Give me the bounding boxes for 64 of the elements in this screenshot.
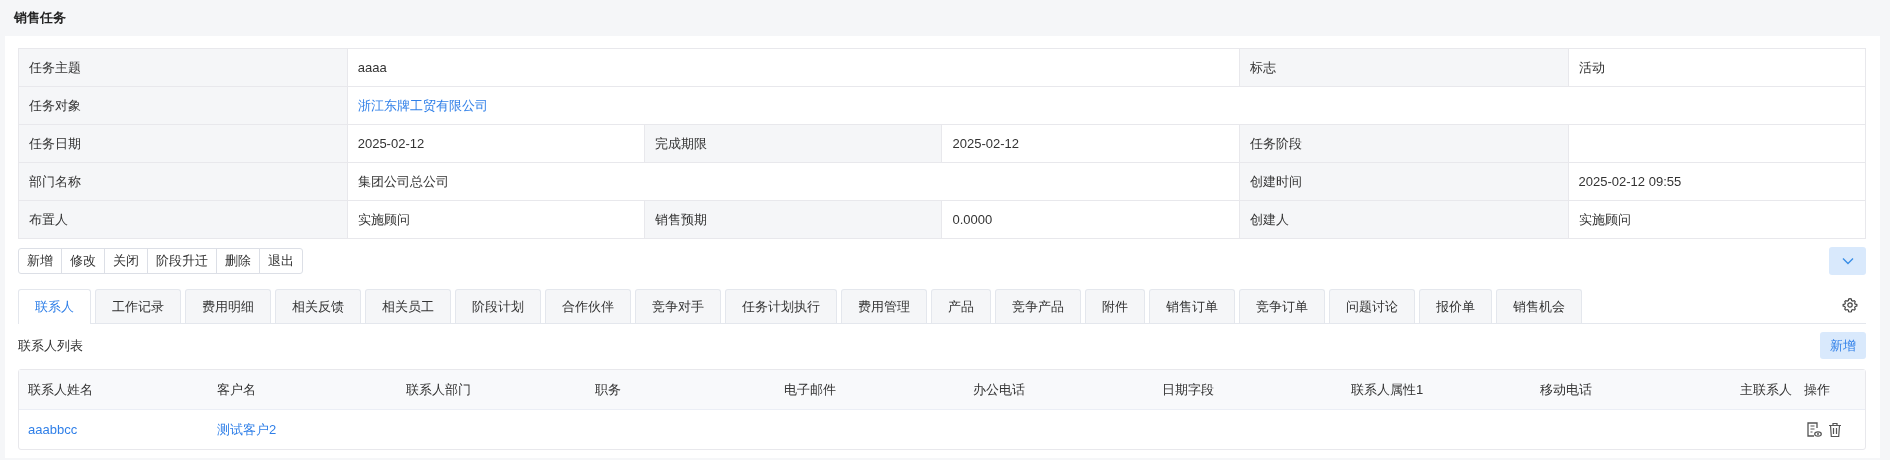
action-button[interactable]: 关闭 [104, 248, 148, 274]
chevron-down-icon [1841, 257, 1854, 265]
field-label: 任务对象 [18, 86, 348, 125]
column-header: 操作 [1803, 380, 1831, 399]
tab[interactable]: 费用明细 [185, 289, 271, 323]
field-link[interactable]: 浙江东牌工贸有限公司 [357, 97, 488, 113]
column-header: 电子邮件 [783, 380, 837, 399]
tab[interactable]: 合作伙伴 [545, 289, 631, 323]
tab[interactable]: 问题讨论 [1329, 289, 1415, 323]
list-title: 联系人列表 [18, 336, 83, 355]
tab[interactable]: 产品 [931, 289, 991, 323]
tab[interactable]: 竞争对手 [635, 289, 721, 323]
tab[interactable]: 任务计划执行 [725, 289, 837, 323]
field-value: aaaa [347, 48, 1240, 87]
tab[interactable]: 联系人 [18, 289, 91, 324]
trash-icon[interactable] [1828, 421, 1842, 438]
column-header: 办公电话 [972, 380, 1026, 399]
field-label: 任务主题 [18, 48, 348, 87]
field-label: 任务阶段 [1239, 124, 1569, 163]
table-link[interactable]: aaabbcc [28, 422, 78, 437]
tab[interactable]: 销售机会 [1496, 289, 1582, 323]
column-header: 日期字段 [1161, 380, 1215, 399]
field-value: 0.0000 [942, 200, 1240, 239]
action-button[interactable]: 新增 [18, 248, 62, 274]
field-label: 部门名称 [18, 162, 348, 201]
tab[interactable]: 阶段计划 [455, 289, 541, 323]
tab[interactable]: 报价单 [1419, 289, 1492, 323]
field-value: 集团公司总公司 [347, 162, 1240, 201]
field-label: 创建时间 [1239, 162, 1569, 201]
field-value: 实施顾问 [347, 200, 645, 239]
tab[interactable]: 附件 [1085, 289, 1145, 323]
tab[interactable]: 竞争产品 [995, 289, 1081, 323]
field-value: 实施顾问 [1568, 200, 1866, 239]
settings-icon[interactable] [1842, 297, 1858, 313]
tab[interactable]: 工作记录 [95, 289, 181, 323]
page-title: 销售任务 [14, 9, 66, 27]
tab[interactable]: 相关反馈 [275, 289, 361, 323]
tab[interactable]: 销售订单 [1149, 289, 1235, 323]
field-label: 标志 [1239, 48, 1569, 87]
action-button[interactable]: 退出 [259, 248, 303, 274]
tab[interactable]: 相关员工 [365, 289, 451, 323]
tab[interactable]: 竞争订单 [1239, 289, 1325, 323]
action-button[interactable]: 阶段升迁 [147, 248, 217, 274]
action-button[interactable]: 删除 [216, 248, 260, 274]
view-document-icon[interactable] [1806, 421, 1822, 438]
field-value: 活动 [1568, 48, 1866, 87]
column-header: 主联系人 [1739, 380, 1793, 399]
field-label: 完成期限 [644, 124, 942, 163]
column-header: 联系人姓名 [27, 380, 94, 399]
table-link[interactable]: 测试客户2 [217, 421, 277, 437]
column-header: 移动电话 [1539, 380, 1593, 399]
field-label: 布置人 [18, 200, 348, 239]
field-value: 2025-02-12 09:55 [1568, 162, 1866, 201]
column-header: 联系人部门 [405, 380, 472, 399]
column-header: 客户名 [216, 380, 257, 399]
tab[interactable]: 费用管理 [841, 289, 927, 323]
field-label: 创建人 [1239, 200, 1569, 239]
field-value: 2025-02-12 [942, 124, 1240, 163]
field-value: 2025-02-12 [347, 124, 645, 163]
field-label: 销售预期 [644, 200, 942, 239]
field-label: 任务日期 [18, 124, 348, 163]
column-header: 联系人属性1 [1350, 380, 1425, 399]
action-button[interactable]: 修改 [61, 248, 105, 274]
column-header: 职务 [594, 380, 622, 399]
